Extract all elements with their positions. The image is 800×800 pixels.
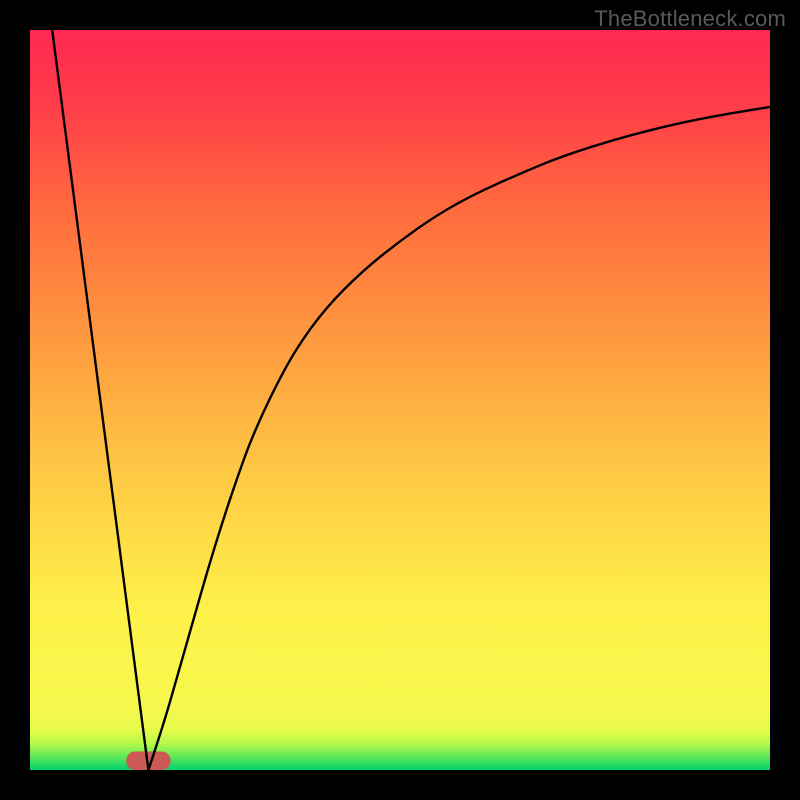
watermark-text: TheBottleneck.com [594, 6, 786, 32]
plot-area [30, 30, 770, 770]
chart-svg [0, 0, 800, 800]
chart-container: TheBottleneck.com [0, 0, 800, 800]
plot-background [30, 30, 770, 770]
